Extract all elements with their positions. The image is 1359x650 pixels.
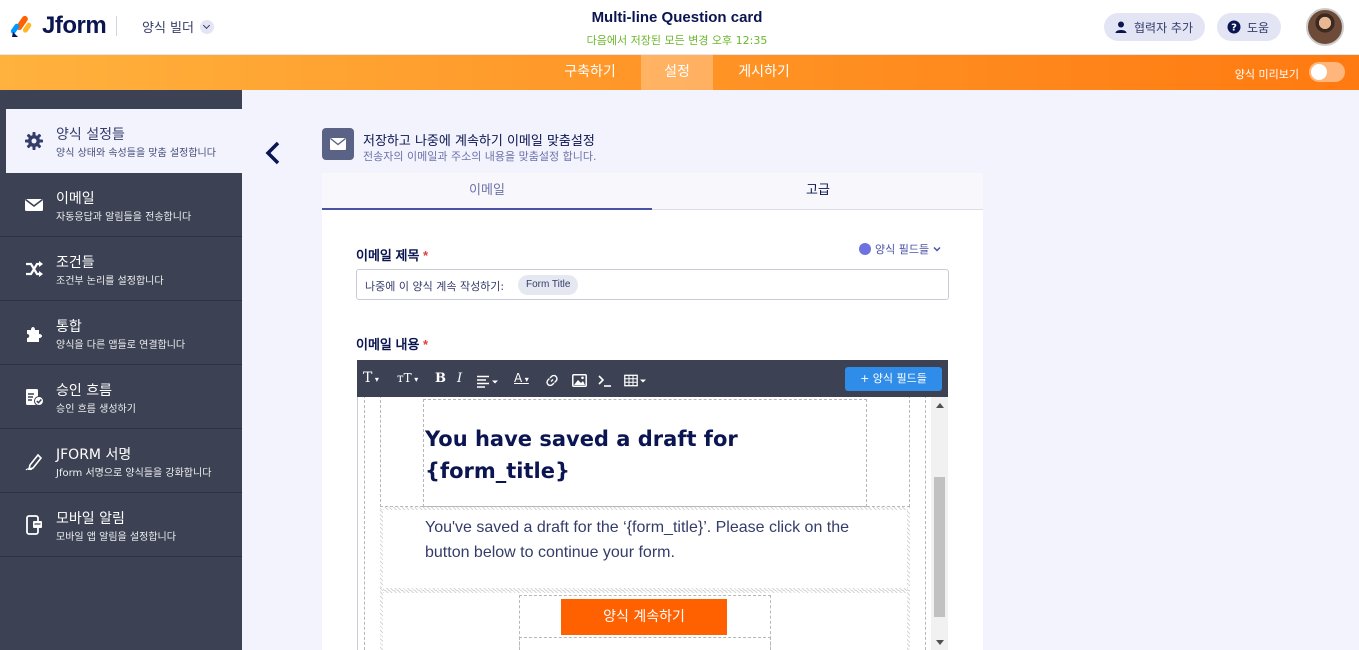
user-icon [1115,21,1127,33]
text-color-button[interactable]: A ▾ [514,370,529,387]
toggle-knob [1311,64,1327,80]
sidebar-item-integrations[interactable]: 통합 양식을 다른 앱들로 연결합니다 [0,301,242,365]
logo-text: Jform [42,12,107,39]
back-chevron-icon[interactable] [262,140,284,166]
builder-label: 양식 빌더 [142,21,194,36]
form-fields-dropdown[interactable]: 양식 필드들 [859,241,942,257]
sidebar-item-desc: 모바일 앱 알림을 설정합니다 [56,532,176,543]
approval-icon [26,389,44,406]
logo-mark-icon [10,13,34,39]
logo-divider [116,16,118,36]
sidebar-item-approval-flow[interactable]: 승인 흐름 승인 흐름 생성하기 [0,365,242,429]
draft-body-text[interactable]: You've saved a draft for the ‘{form_titl… [425,515,885,565]
scroll-up-arrow-icon[interactable] [936,403,944,408]
sidebar-item-title: 양식 설정들 [56,127,125,143]
subject-label-text: 이메일 제목 [356,248,420,263]
tab-settings[interactable]: 설정 [641,55,713,90]
form-preview-label: 양식 미리보기 [1234,68,1299,81]
continue-form-button[interactable]: 양식 계속하기 [561,599,727,635]
sidebar-item-jform-sign[interactable]: JFORM 서명 Jform 서명으로 양식들을 강화합니다 [0,429,242,493]
question-icon: ? [1227,20,1241,34]
scroll-thumb[interactable] [934,477,945,617]
table-icon[interactable] [624,372,648,389]
sidebar-item-email[interactable]: 이메일 자동응답과 알림들을 전송합니다 [0,173,242,237]
font-family-button[interactable]: T ▾ [363,370,379,387]
required-mark: * [423,337,429,352]
required-mark: * [423,248,429,263]
sidebar-item-desc: Jform 서명으로 양식들을 강화합니다 [56,468,212,479]
top-header: Jform 양식 빌더 Multi-line Question card 다음에… [0,0,1359,55]
code-icon[interactable] [598,372,612,389]
sidebar-item-title: 조건들 [56,255,95,271]
sidebar-item-form-settings[interactable]: 양식 설정들 양식 상태와 속성들을 맞춤 설정합니다 [6,109,242,173]
subject-label: 이메일 제목 * [356,245,428,264]
editor-scrollbar[interactable] [931,397,948,650]
panel-tabs: 이메일 고급 [322,173,983,210]
link-icon [859,243,871,255]
tab-build[interactable]: 구축하기 [548,55,632,90]
puzzle-icon [27,327,42,342]
add-form-field-button[interactable]: + 양식 필드들 [845,367,942,391]
chevron-down-icon [933,246,941,252]
sidebar-item-title: 통합 [56,319,82,335]
jform-logo[interactable]: Jform [10,12,118,40]
mobile-icon [26,515,42,535]
help-button[interactable]: ? 도움 [1217,13,1282,41]
form-preview-toggle[interactable] [1309,62,1345,82]
svg-text:?: ? [1231,23,1237,34]
sidebar-item-desc: 자동응답과 알림들을 전송합니다 [56,212,192,223]
italic-button[interactable]: I [457,370,462,387]
tab-publish[interactable]: 게시하기 [722,55,806,90]
help-label: 도움 [1247,20,1270,35]
panel-subtitle: 전송자의 이메일과 주소의 내용을 맞춤설정 합니다. [363,150,597,163]
form-builder-dropdown[interactable]: 양식 빌더 [142,17,214,36]
gear-icon [25,132,43,150]
subject-text: 나중에 이 양식 계속 작성하기: [365,280,505,293]
size-glyph: тT [397,371,412,385]
font-glyph: T [363,370,373,386]
avatar[interactable] [1306,8,1344,46]
add-collaborator-button[interactable]: 협력자 추가 [1104,13,1206,41]
panel-title: 저장하고 나중에 계속하기 이메일 맞춤설정 [363,134,595,149]
image-icon[interactable] [572,372,587,389]
draft-heading[interactable]: You have saved a draft for {form_title} [425,423,845,487]
form-title-area: Multi-line Question card 다음에서 저장된 모든 변경 … [527,9,827,48]
sidebar-item-title: JFORM 서명 [56,447,132,463]
panel-email-icon [322,128,354,160]
settings-sidebar: 양식 설정들 양식 상태와 속성들을 맞춤 설정합니다 이메일 자동응답과 알림… [0,90,242,650]
shuffle-icon [26,261,43,277]
main-nav-bar: 구축하기 설정 게시하기 양식 미리보기 [0,55,1359,90]
tab-email[interactable]: 이메일 [322,173,652,210]
tab-advanced[interactable]: 고급 [653,173,983,210]
save-status: 다음에서 저장된 모든 변경 오후 12:35 [586,34,768,47]
body-label-text: 이메일 내용 [356,337,420,352]
scroll-down-arrow-icon[interactable] [936,640,944,645]
form-title-tag[interactable]: Form Title [518,275,579,295]
envelope-icon [25,198,43,211]
add-collaborator-label: 협력자 추가 [1134,20,1194,35]
email-subject-input[interactable]: 나중에 이 양식 계속 작성하기: Form Title [356,269,949,300]
form-title[interactable]: Multi-line Question card [527,9,827,26]
body-label: 이메일 내용 * [356,334,428,353]
form-fields-link-label: 양식 필드들 [875,243,930,256]
sidebar-item-desc: 양식 상태와 속성들을 맞춤 설정합니다 [56,148,216,159]
button-spacer-border [519,637,771,650]
sidebar-item-title: 이메일 [56,191,95,207]
sidebar-item-desc: 승인 흐름 생성하기 [56,404,136,415]
sidebar-item-title: 모바일 알림 [56,511,125,527]
sidebar-item-mobile-notifications[interactable]: 모바일 알림 모바일 앱 알림을 설정합니다 [0,493,242,557]
bold-button[interactable]: B [435,370,446,387]
font-size-button[interactable]: тT ▾ [397,370,418,387]
sidebar-item-desc: 양식을 다른 앱들로 연결합니다 [56,340,186,351]
sidebar-item-conditions[interactable]: 조건들 조건부 논리를 설정합니다 [0,237,242,301]
link-icon[interactable] [545,372,559,389]
sidebar-item-desc: 조건부 논리를 설정합니다 [56,276,164,287]
color-glyph: A [514,371,523,385]
sidebar-item-title: 승인 흐름 [56,383,112,399]
pen-icon [25,453,43,471]
align-icon[interactable] [477,373,501,390]
chevron-down-icon [199,19,214,34]
